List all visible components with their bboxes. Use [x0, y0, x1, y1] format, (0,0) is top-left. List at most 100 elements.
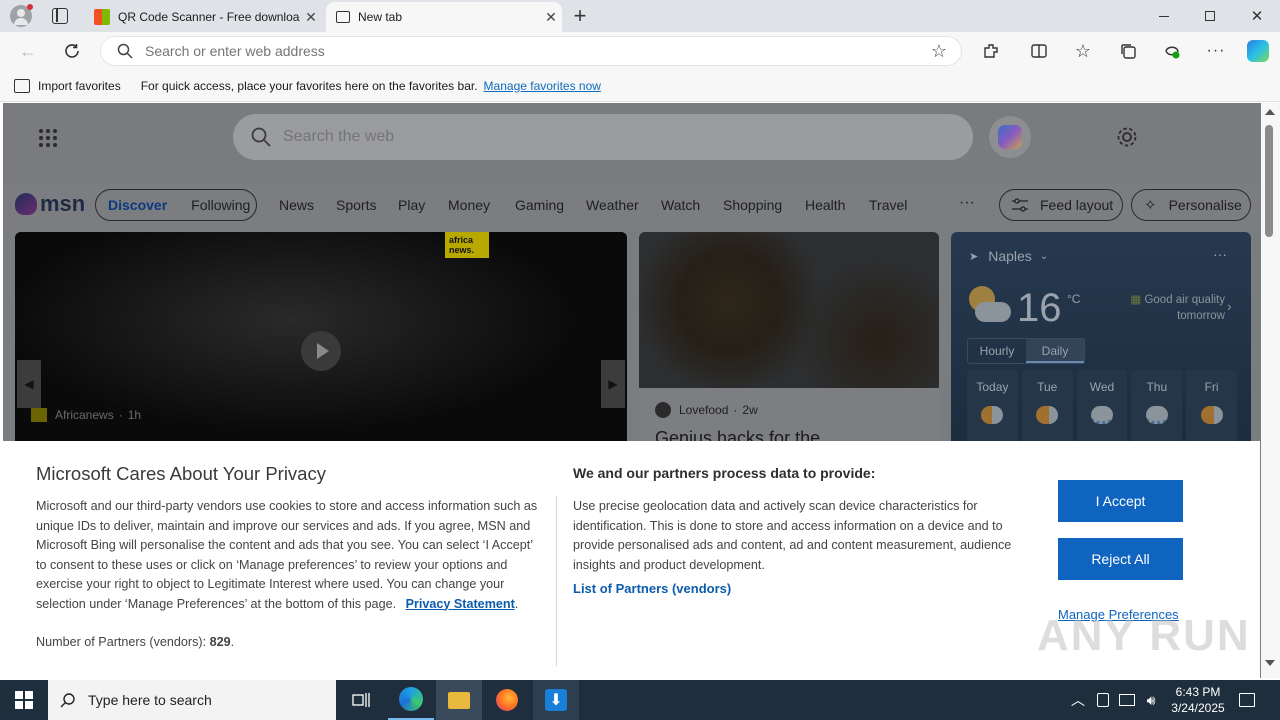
show-hidden-icons[interactable]: ︿	[1068, 680, 1088, 720]
partners-body: Use precise geolocation data and activel…	[573, 499, 1012, 572]
nav-money[interactable]: Money	[448, 197, 490, 213]
hero-video-card[interactable]: africa news. ◀ ▶ Africanews · 1h	[15, 232, 627, 452]
apps-grid-icon[interactable]	[38, 128, 58, 148]
rain-icon	[1145, 406, 1168, 424]
nav-news[interactable]: News	[279, 197, 314, 213]
refresh-button[interactable]	[57, 36, 87, 66]
chevron-down-icon: ⌄	[1039, 250, 1049, 262]
taskbar-search-box[interactable]: Type here to search	[48, 680, 336, 720]
forecast-day[interactable]: Thu	[1131, 370, 1183, 450]
copilot-icon[interactable]	[1243, 36, 1273, 66]
msn-logo[interactable]: msn	[15, 191, 85, 217]
privacy-statement-link[interactable]: Privacy Statement	[406, 597, 515, 611]
nav-gaming[interactable]: Gaming	[515, 197, 564, 213]
address-bar[interactable]: ☆	[100, 36, 962, 66]
favorite-star-icon[interactable]: ☆	[931, 41, 947, 62]
forecast-day[interactable]: Wed	[1076, 370, 1128, 450]
clock-date: 3/24/2025	[1171, 701, 1225, 715]
split-screen-icon[interactable]	[1024, 36, 1054, 66]
close-tab-icon[interactable]: ✕	[300, 6, 322, 28]
tab-following[interactable]: Following	[191, 197, 250, 213]
clock[interactable]: 6:43 PM 3/24/2025	[1163, 680, 1233, 720]
profile-icon[interactable]	[10, 4, 33, 27]
scroll-up-icon[interactable]	[1265, 109, 1275, 115]
network-icon[interactable]	[1116, 680, 1138, 720]
air-quality[interactable]: ▦ Good air quality tomorrow	[1121, 292, 1239, 324]
favorites-icon[interactable]: ☆	[1068, 36, 1098, 66]
nav-shopping[interactable]: Shopping	[723, 197, 782, 213]
nav-watch[interactable]: Watch	[661, 197, 700, 213]
file-explorer-icon[interactable]	[436, 680, 482, 720]
list-of-partners-link[interactable]: List of Partners (vendors)	[573, 579, 731, 599]
tab-actions-icon[interactable]	[52, 8, 68, 24]
clock-time: 6:43 PM	[1175, 685, 1221, 699]
installer-download-icon[interactable]: ⬇	[533, 680, 579, 720]
browser-essentials-icon[interactable]	[1157, 36, 1187, 66]
tab-title: New tab	[358, 10, 403, 24]
import-favorites-icon[interactable]	[14, 78, 30, 93]
forecast-day[interactable]: Today	[967, 370, 1018, 450]
carousel-next-button[interactable]: ▶	[601, 360, 625, 408]
feed-layout-button[interactable]: Feed layout	[999, 189, 1123, 221]
favorites-bar: Import favorites For quick access, place…	[0, 70, 1280, 102]
task-view-icon[interactable]	[339, 680, 383, 720]
settings-more-icon[interactable]: ···	[1201, 36, 1231, 66]
nav-more-icon[interactable]: ···	[959, 194, 975, 212]
personalise-button[interactable]: ✧ Personalise	[1131, 189, 1251, 221]
leaf-icon: ▦	[1130, 294, 1145, 306]
privacy-title: Microsoft Cares About Your Privacy	[36, 463, 326, 484]
weather-card[interactable]: ➤ Naples ⌄ ··· 16 °C ▦ Good air quality …	[951, 232, 1251, 452]
extensions-icon[interactable]	[976, 36, 1006, 66]
tab-title: QR Code Scanner - Free download and inst…	[118, 10, 300, 24]
settings-gear-icon[interactable]	[1116, 126, 1138, 148]
nav-health[interactable]: Health	[805, 197, 845, 213]
search-icon	[251, 127, 271, 147]
tab-hourly[interactable]: Hourly	[968, 339, 1026, 363]
notifications-icon[interactable]	[1236, 680, 1258, 720]
lovefood-logo-icon	[655, 402, 671, 418]
start-button[interactable]	[0, 680, 48, 720]
copilot-icon[interactable]	[989, 116, 1031, 158]
nav-play[interactable]: Play	[398, 197, 425, 213]
weather-location[interactable]: ➤ Naples ⌄	[969, 248, 1048, 264]
scroll-thumb[interactable]	[1265, 125, 1273, 237]
volume-icon[interactable]: 🔊︎	[1140, 680, 1162, 720]
tab-qr-code-scanner[interactable]: QR Code Scanner - Free download and inst…	[84, 2, 322, 32]
play-icon[interactable]	[301, 331, 341, 371]
carousel-prev-button[interactable]: ◀	[17, 360, 41, 408]
accept-button[interactable]: I Accept	[1058, 480, 1183, 522]
firefox-icon[interactable]	[484, 680, 530, 720]
day-label: Wed	[1089, 380, 1115, 394]
close-window-button[interactable]: ✕	[1234, 0, 1280, 32]
web-search-box[interactable]	[233, 114, 973, 160]
scroll-down-icon[interactable]	[1265, 660, 1275, 666]
weather-more-icon[interactable]: ···	[1213, 246, 1227, 262]
web-search-input[interactable]	[283, 128, 883, 146]
minimize-button[interactable]	[1141, 0, 1187, 32]
story-age: 2w	[742, 403, 758, 417]
story-image	[639, 232, 939, 388]
tab-discover[interactable]: Discover	[108, 197, 167, 213]
nav-weather[interactable]: Weather	[586, 197, 639, 213]
security-icon[interactable]	[1093, 680, 1113, 720]
restore-button[interactable]	[1187, 0, 1233, 32]
collections-icon[interactable]	[1113, 36, 1143, 66]
sparkle-edit-icon: ✧	[1144, 197, 1157, 214]
tab-new-tab[interactable]: New tab ✕	[326, 2, 562, 32]
back-button[interactable]: ←	[13, 36, 43, 66]
nav-sports[interactable]: Sports	[336, 197, 376, 213]
story-card[interactable]: Lovefood · 2w Genius hacks for the	[639, 232, 939, 452]
forecast-day[interactable]: Tue	[1021, 370, 1073, 450]
close-tab-icon[interactable]: ✕	[540, 6, 562, 28]
page-scrollbar[interactable]	[1261, 103, 1280, 678]
new-tab-button[interactable]: +	[568, 3, 592, 28]
manage-favorites-link[interactable]: Manage favorites now	[484, 79, 601, 93]
nav-travel[interactable]: Travel	[869, 197, 907, 213]
forecast-day[interactable]: Fri	[1186, 370, 1237, 450]
reject-all-button[interactable]: Reject All	[1058, 538, 1183, 580]
privacy-body-text: Microsoft and our third-party vendors us…	[36, 499, 538, 611]
address-input[interactable]	[145, 43, 931, 59]
edge-taskbar-icon[interactable]	[388, 680, 434, 720]
tab-daily[interactable]: Daily	[1026, 339, 1084, 363]
import-favorites-button[interactable]: Import favorites	[38, 79, 121, 93]
